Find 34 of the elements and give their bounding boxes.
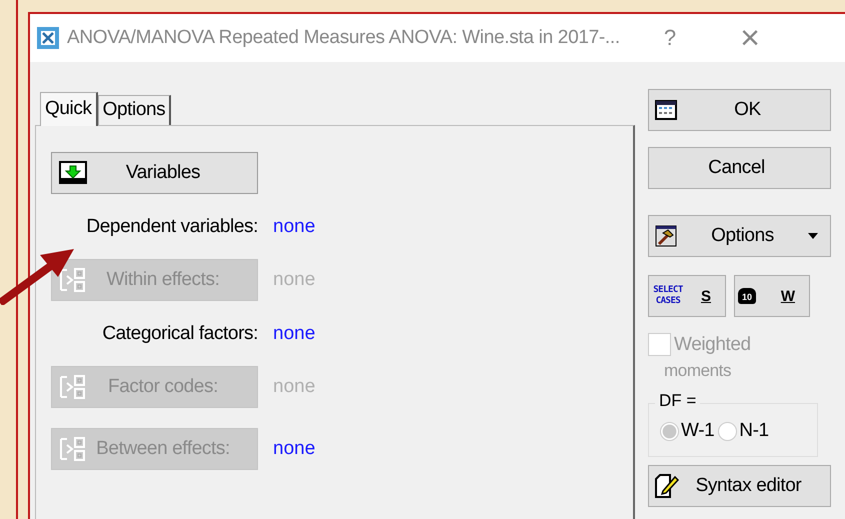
dialog-button[interactable]: Options xyxy=(648,215,831,257)
tab[interactable]: Options xyxy=(98,95,172,125)
value-text: none xyxy=(273,322,316,344)
checkbox-label: Weighted xyxy=(674,334,751,356)
dialog-button[interactable]: SELECT CASES S xyxy=(648,275,726,317)
value-text: none xyxy=(273,376,316,398)
help-button[interactable]: ? xyxy=(656,25,684,51)
transfer-icon xyxy=(59,267,87,293)
transfer-icon xyxy=(59,436,87,462)
dialog-button[interactable]: Variables xyxy=(51,152,258,194)
radio-label: N-1 xyxy=(739,420,769,442)
computer-icon xyxy=(59,161,87,185)
dialog-button[interactable]: 10 W xyxy=(734,275,810,317)
pencil-icon xyxy=(655,473,679,499)
dialog-button[interactable]: Syntax editor xyxy=(648,465,831,507)
spreadsheet-icon xyxy=(655,100,677,120)
value-text: none xyxy=(273,438,316,460)
window-title: ANOVA/MANOVA Repeated Measures ANOVA: Wine.sta in 2017-... xyxy=(67,27,620,49)
dialog-button[interactable]: OK xyxy=(648,89,831,131)
value-text: none xyxy=(273,269,316,291)
checkbox-label: moments xyxy=(664,361,732,381)
select-cases-icon: SELECT CASES xyxy=(652,285,684,307)
value-text: none xyxy=(273,216,316,238)
dialog-button[interactable]: Cancel xyxy=(648,147,831,189)
field-label: Dependent variables: xyxy=(85,216,258,238)
close-button[interactable]: × xyxy=(732,21,768,55)
field-label: Categorical factors: xyxy=(101,322,258,344)
weight-icon: 10 xyxy=(738,288,756,304)
caret-icon xyxy=(808,233,818,239)
radio-label: W-1 xyxy=(681,420,714,442)
tab[interactable]: Quick xyxy=(40,92,98,126)
hammer-icon xyxy=(655,225,677,247)
transfer-icon xyxy=(59,374,87,400)
app-icon xyxy=(36,26,60,50)
